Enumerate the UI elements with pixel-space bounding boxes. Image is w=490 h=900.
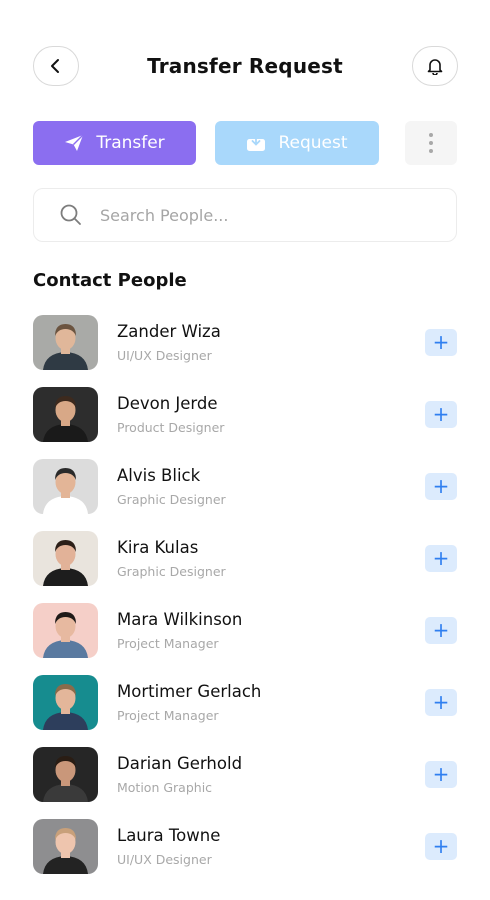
add-contact-button[interactable]: + bbox=[425, 329, 457, 356]
contact-role: Project Manager bbox=[117, 708, 219, 723]
contact-row[interactable]: Alvis Blick Graphic Designer + bbox=[33, 459, 457, 531]
notification-button[interactable] bbox=[412, 46, 458, 86]
plus-icon: + bbox=[432, 330, 450, 354]
action-bar: Transfer Request bbox=[33, 121, 457, 165]
add-contact-button[interactable]: + bbox=[425, 617, 457, 644]
contact-role: UI/UX Designer bbox=[117, 852, 212, 867]
avatar bbox=[33, 459, 98, 514]
add-contact-button[interactable]: + bbox=[425, 401, 457, 428]
contact-row[interactable]: Devon Jerde Product Designer + bbox=[33, 387, 457, 459]
transfer-button[interactable]: Transfer bbox=[33, 121, 196, 165]
request-button[interactable]: Request bbox=[215, 121, 379, 165]
contact-name: Devon Jerde bbox=[117, 394, 218, 413]
contact-row[interactable]: Kira Kulas Graphic Designer + bbox=[33, 531, 457, 603]
avatar bbox=[33, 387, 98, 442]
contact-name: Mortimer Gerlach bbox=[117, 682, 262, 701]
contact-row[interactable]: Laura Towne UI/UX Designer + bbox=[33, 819, 457, 891]
inbox-download-icon bbox=[247, 134, 266, 151]
add-contact-button[interactable]: + bbox=[425, 689, 457, 716]
contact-role: Project Manager bbox=[117, 636, 219, 651]
contact-name: Darian Gerhold bbox=[117, 754, 243, 773]
contact-role: Motion Graphic bbox=[117, 780, 213, 795]
contact-role: Graphic Designer bbox=[117, 492, 226, 507]
contact-name: Alvis Blick bbox=[117, 466, 201, 485]
contact-row[interactable]: Mortimer Gerlach Project Manager + bbox=[33, 675, 457, 747]
transfer-label: Transfer bbox=[96, 133, 165, 153]
plus-icon: + bbox=[432, 546, 450, 570]
avatar bbox=[33, 531, 98, 586]
contact-role: Product Designer bbox=[117, 420, 225, 435]
add-contact-button[interactable]: + bbox=[425, 761, 457, 788]
add-contact-button[interactable]: + bbox=[425, 545, 457, 572]
contact-row[interactable]: Zander Wiza UI/UX Designer + bbox=[33, 315, 457, 387]
avatar bbox=[33, 315, 98, 370]
more-vertical-icon bbox=[429, 133, 433, 137]
contact-list: Zander Wiza UI/UX Designer + Devon Jerde Pro… bbox=[33, 315, 457, 891]
section-title: Contact People bbox=[33, 270, 187, 291]
contact-name: Zander Wiza bbox=[117, 322, 221, 341]
avatar bbox=[33, 819, 98, 874]
plus-icon: + bbox=[432, 618, 450, 642]
send-icon bbox=[65, 134, 84, 151]
avatar bbox=[33, 747, 98, 802]
more-dot bbox=[429, 141, 433, 145]
add-contact-button[interactable]: + bbox=[425, 833, 457, 860]
plus-icon: + bbox=[432, 834, 450, 858]
request-label: Request bbox=[278, 133, 348, 153]
contact-name: Mara Wilkinson bbox=[117, 610, 243, 629]
search-icon bbox=[60, 204, 81, 225]
contact-row[interactable]: Darian Gerhold Motion Graphic + bbox=[33, 747, 457, 819]
search-bar bbox=[33, 188, 457, 242]
plus-icon: + bbox=[432, 690, 450, 714]
contact-name: Kira Kulas bbox=[117, 538, 199, 557]
avatar bbox=[33, 603, 98, 658]
plus-icon: + bbox=[432, 474, 450, 498]
search-input[interactable] bbox=[98, 204, 402, 226]
contact-role: UI/UX Designer bbox=[117, 348, 212, 363]
add-contact-button[interactable]: + bbox=[425, 473, 457, 500]
more-dot bbox=[429, 149, 433, 153]
contact-role: Graphic Designer bbox=[117, 564, 226, 579]
contact-name: Laura Towne bbox=[117, 826, 221, 845]
header: Transfer Request bbox=[0, 46, 490, 92]
plus-icon: + bbox=[432, 762, 450, 786]
more-options-button[interactable] bbox=[405, 121, 457, 165]
avatar bbox=[33, 675, 98, 730]
bell-icon bbox=[427, 59, 443, 75]
plus-icon: + bbox=[432, 402, 450, 426]
contact-row[interactable]: Mara Wilkinson Project Manager + bbox=[33, 603, 457, 675]
